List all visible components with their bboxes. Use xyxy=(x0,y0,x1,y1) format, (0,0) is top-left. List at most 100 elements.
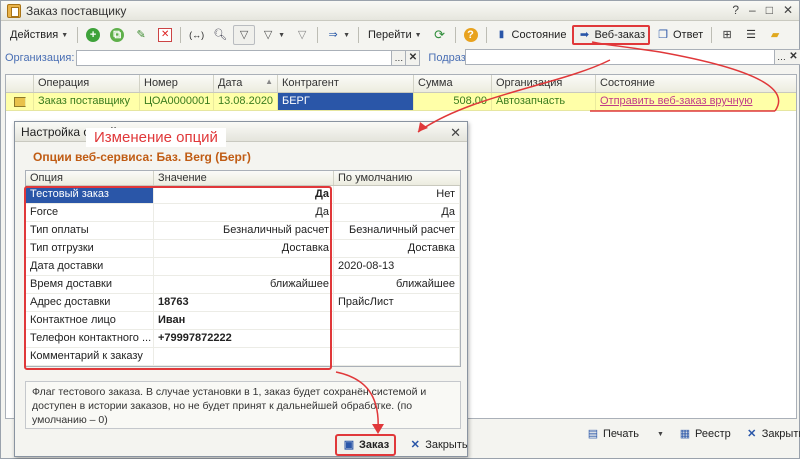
col-date[interactable]: Дата ▲ xyxy=(214,75,278,92)
option-default: ближайшее xyxy=(334,276,460,293)
otvet-button[interactable]: ❐ Ответ xyxy=(652,25,707,45)
option-default: Безналичный расчет xyxy=(334,222,460,239)
otvet-label: Ответ xyxy=(673,29,704,41)
col-state[interactable]: Состояние xyxy=(596,75,796,92)
option-default xyxy=(334,348,460,365)
arrow-right-icon: ➡ xyxy=(579,29,590,41)
chevron-down-icon: ▼ xyxy=(343,31,351,39)
toolbar-separator xyxy=(485,27,487,43)
chevron-down-icon: ▼ xyxy=(657,430,664,438)
document-icon xyxy=(7,3,21,18)
registry-label: Реестр xyxy=(694,428,731,440)
edit-button[interactable]: ✎ xyxy=(130,25,152,45)
toolbar-separator xyxy=(180,27,182,43)
chevron-down-icon: ▼ xyxy=(414,31,422,39)
dialog-title-bar: Настройка опций xyxy=(15,122,467,142)
org-select-button[interactable]: … xyxy=(392,50,407,66)
actions-label: Действия xyxy=(10,29,59,41)
cell-counterparty: БЕРГ xyxy=(278,93,414,110)
chevron-down-icon: ▼ xyxy=(278,31,286,39)
filter-row: Организация: … ✕ Подразделение xyxy=(5,49,511,67)
col-option[interactable]: Опция xyxy=(26,171,154,185)
folder-button[interactable]: ▰ xyxy=(764,25,786,45)
cell-number: ЦОА0000001 xyxy=(140,93,214,110)
option-default: 2020-08-13 xyxy=(334,258,460,275)
option-default xyxy=(334,312,460,329)
registry-icon: ▦ xyxy=(679,428,691,440)
main-close-button[interactable]: ✕ Закрыть xyxy=(740,425,800,443)
col-value[interactable]: Значение xyxy=(154,171,334,185)
refresh-button[interactable]: ⟳ xyxy=(429,25,451,45)
toolbar-separator xyxy=(317,27,319,43)
delete-icon: ✕ xyxy=(158,28,173,42)
minimize-button[interactable]: – xyxy=(749,4,756,16)
toolbar: Действия ▼ + ⧉ ✎ ✕ (↔) 🔍︎ ▽ ▽ ▼ ▽ ⇒ ▼ Перей… xyxy=(5,24,795,46)
cell-state[interactable]: Отправить веб-заказ вручную xyxy=(596,93,796,110)
toolbar-separator xyxy=(454,27,456,43)
chevron-down-icon: ▼ xyxy=(61,31,69,39)
refresh-icon: ⟳ xyxy=(434,27,445,42)
toolbar-separator xyxy=(358,27,360,43)
cell-operation: Заказ поставщику xyxy=(34,93,140,110)
filter-button[interactable]: ▽ xyxy=(233,25,256,45)
maximize-button[interactable]: □ xyxy=(766,4,773,16)
search-button[interactable]: 🔍︎ xyxy=(209,25,231,45)
create-based-icon: ⇒ xyxy=(328,29,338,41)
annotation-label: Изменение опций xyxy=(86,128,226,147)
cell-organization: Автозапчасть xyxy=(492,93,596,110)
col-sum[interactable]: Сумма xyxy=(414,75,492,92)
option-default: Нет xyxy=(334,186,460,203)
table-row[interactable]: Заказ поставщику ЦОА0000001 13.08.2020 Б… xyxy=(6,93,796,111)
dept-filter-input[interactable] xyxy=(465,49,775,65)
actions-menu[interactable]: Действия ▼ xyxy=(5,25,73,45)
window-title: Заказ поставщику xyxy=(26,3,127,18)
clear-filter-icon: ▽ xyxy=(297,29,307,41)
dept-clear-icon[interactable]: ✕ xyxy=(787,49,800,65)
goto-label: Перейти xyxy=(368,29,412,41)
org-filter-input[interactable] xyxy=(76,50,393,66)
filter-list-icon: ▽ xyxy=(263,29,273,41)
add-button[interactable]: + xyxy=(82,25,104,45)
close-button[interactable]: ✕ xyxy=(783,4,793,16)
print-button[interactable]: ▤ Печать ▼ xyxy=(581,425,669,443)
dialog-close-icon[interactable]: ✕ xyxy=(450,125,461,141)
copy-button[interactable]: ⧉ xyxy=(106,25,128,45)
col-counterparty[interactable]: Контрагент xyxy=(278,75,414,92)
option-default: ПрайсЛист xyxy=(334,294,460,311)
dialog-buttons: ▣ Заказ ✕ Закрыть xyxy=(335,434,474,456)
create-based-button[interactable]: ⇒ ▼ xyxy=(322,25,354,45)
cell-date: 13.08.2020 xyxy=(214,93,278,110)
org-clear-icon[interactable]: ✕ xyxy=(406,50,421,66)
list-button[interactable]: ☰ xyxy=(740,25,762,45)
dialog-close-button[interactable]: ✕ Закрыть xyxy=(402,434,473,456)
order-button[interactable]: ▣ Заказ xyxy=(335,434,397,456)
filter-list-button[interactable]: ▽ ▼ xyxy=(257,25,289,45)
col-operation[interactable]: Операция xyxy=(34,75,140,92)
dialog-close-label: Закрыть xyxy=(425,439,468,451)
toolbar-separator xyxy=(711,27,713,43)
state-button[interactable]: ▮ Состояние xyxy=(491,25,571,45)
table-header: Операция Номер Дата ▲ Контрагент Сумма Ор… xyxy=(6,75,796,93)
delete-button[interactable]: ✕ xyxy=(154,25,176,45)
goto-menu[interactable]: Перейти ▼ xyxy=(363,25,427,45)
document-icon xyxy=(14,97,26,107)
list-icon: ☰ xyxy=(746,29,757,41)
interval-icon: (↔) xyxy=(189,30,205,40)
dialog-subtitle: Опции веб-сервиса: Баз. Berg (Берг) xyxy=(33,150,251,164)
help-toolbar-button[interactable]: ? xyxy=(460,25,482,45)
option-description: Флаг тестового заказа. В случае установк… xyxy=(25,381,461,429)
col-default[interactable]: По умолчанию xyxy=(334,171,460,185)
interval-button[interactable]: (↔) xyxy=(185,25,207,45)
col-number[interactable]: Номер xyxy=(140,75,214,92)
org-filter-label: Организация: xyxy=(5,52,75,64)
pencil-icon: ✎ xyxy=(136,29,146,41)
row-icon-cell xyxy=(6,93,34,110)
webzakaz-button[interactable]: ➡ Веб-заказ xyxy=(572,25,650,45)
help-button[interactable]: ? xyxy=(732,4,739,16)
clear-filter-button[interactable]: ▽ xyxy=(291,25,313,45)
col-organization[interactable]: Организация xyxy=(492,75,596,92)
state-label: Состояние xyxy=(511,29,567,41)
registry-button[interactable]: ▦ Реестр xyxy=(673,425,736,443)
structure-button[interactable]: ⊞ xyxy=(716,25,738,45)
state-icon: ▮ xyxy=(498,29,505,40)
